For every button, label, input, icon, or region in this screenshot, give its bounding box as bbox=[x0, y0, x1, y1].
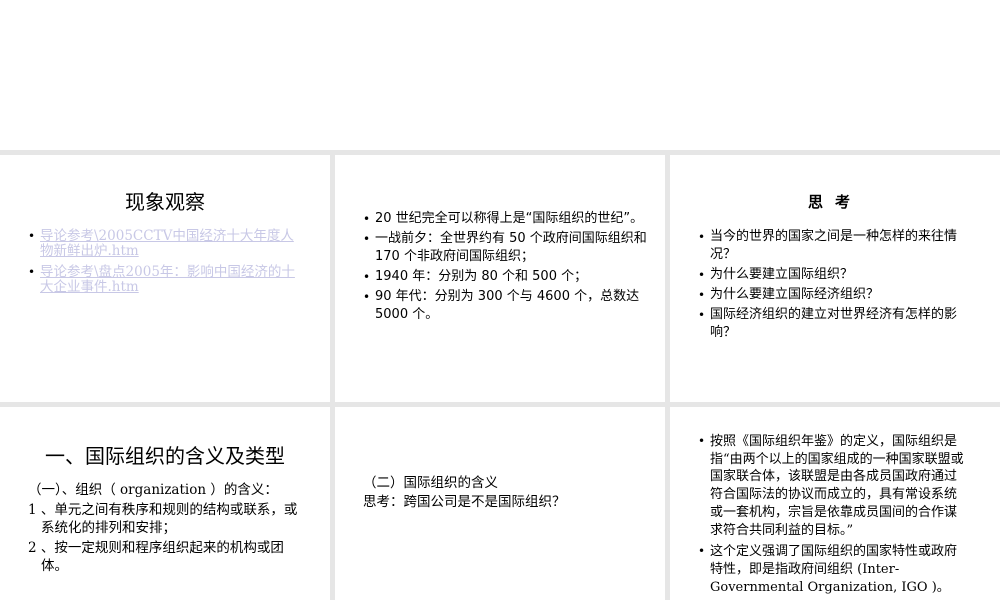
slide-body: （一）、组织（ organization ）的含义： 1 、单元之间有秩序和规则… bbox=[28, 481, 303, 577]
bullet-icon: • bbox=[698, 268, 706, 282]
list-item: • 一战前夕：全世界约有 50 个政府间国际组织和 170 个非政府间国际组织； bbox=[363, 230, 653, 266]
numbered-item: 2 、按一定规则和程序组织起来的机构或团体。 bbox=[28, 540, 284, 574]
slide-thumbnail-thinking[interactable]: 思考 • 当今的世界的国家之间是一种怎样的来往情况？ • 为什么要建立国际组织？… bbox=[670, 155, 1000, 402]
bullet-text: 为什么要建立国际经济组织？ bbox=[710, 287, 880, 302]
slide-title: 思考 bbox=[807, 193, 862, 211]
slide-body: （二）国际组织的含义 思考：跨国公司是不是国际组织？ bbox=[363, 474, 653, 512]
slide-thumbnail-phenomenon[interactable]: 现象观察 • 导论参考\2005CCTV中国经济十大年度人物新鲜出炉.htm •… bbox=[0, 155, 330, 402]
bullet-list: • 20 世纪完全可以称得上是“国际组织的世纪”。 • 一战前夕：全世界约有 5… bbox=[363, 210, 653, 326]
list-item: • 为什么要建立国际经济组织？ bbox=[698, 286, 966, 304]
bullet-icon: • bbox=[698, 230, 706, 244]
bullet-icon: • bbox=[698, 434, 706, 448]
list-item: • 导论参考\2005CCTV中国经济十大年度人物新鲜出炉.htm bbox=[28, 229, 300, 259]
bullet-list: • 当今的世界的国家之间是一种怎样的来往情况？ • 为什么要建立国际组织？ • … bbox=[698, 228, 966, 344]
bullet-icon: • bbox=[363, 232, 371, 246]
list-item: • 为什么要建立国际组织？ bbox=[698, 266, 966, 284]
list-item: • 按照《国际组织年鉴》的定义，国际组织是指“由两个以上的国家组成的一种国家联盟… bbox=[698, 433, 966, 539]
list-item: • 90 年代：分别为 300 个与 4600 个，总数达 5000 个。 bbox=[363, 288, 653, 324]
section-heading: （二）国际组织的含义 bbox=[363, 475, 498, 491]
link-list: • 导论参考\2005CCTV中国经济十大年度人物新鲜出炉.htm • 导论参考… bbox=[28, 229, 300, 301]
bullet-text: 为什么要建立国际组织？ bbox=[710, 267, 854, 282]
bullet-text: 90 年代：分别为 300 个与 4600 个，总数达 5000 个。 bbox=[375, 289, 640, 322]
list-item: • 当今的世界的国家之间是一种怎样的来往情况？ bbox=[698, 228, 966, 264]
bullet-text: 按照《国际组织年鉴》的定义，国际组织是指“由两个以上的国家组成的一种国家联盟或国… bbox=[710, 434, 964, 538]
question-text: 思考：跨国公司是不是国际组织？ bbox=[363, 494, 566, 510]
list-item: • 20 世纪完全可以称得上是“国际组织的世纪”。 bbox=[363, 210, 653, 228]
slide-thumbnail-definition-types[interactable]: 一、国际组织的含义及类型 （一）、组织（ organization ）的含义： … bbox=[0, 407, 330, 600]
bullet-text: 20 世纪完全可以称得上是“国际组织的世纪”。 bbox=[375, 211, 644, 226]
blank-slide-area bbox=[0, 0, 1000, 150]
slide-thumbnail-org-meaning[interactable]: （二）国际组织的含义 思考：跨国公司是不是国际组织？ bbox=[335, 407, 665, 600]
slide-title: 一、国际组织的含义及类型 bbox=[45, 444, 285, 468]
bullet-list: • 按照《国际组织年鉴》的定义，国际组织是指“由两个以上的国家组成的一种国家联盟… bbox=[698, 433, 966, 600]
slide-thumbnail-century-facts[interactable]: • 20 世纪完全可以称得上是“国际组织的世纪”。 • 一战前夕：全世界约有 5… bbox=[335, 155, 665, 402]
slide-thumbnail-yearbook-definition[interactable]: • 按照《国际组织年鉴》的定义，国际组织是指“由两个以上的国家组成的一种国家联盟… bbox=[670, 407, 1000, 600]
bullet-text: 一战前夕：全世界约有 50 个政府间国际组织和 170 个非政府间国际组织； bbox=[375, 231, 647, 264]
bullet-text: 这个定义强调了国际组织的国家特性或政府特性，即是指政府间组织 (Inter-Go… bbox=[710, 544, 958, 595]
bullet-icon: • bbox=[363, 212, 371, 226]
list-item: • 国际经济组织的建立对世界经济有怎样的影响？ bbox=[698, 306, 966, 342]
bullet-text: 当今的世界的国家之间是一种怎样的来往情况？ bbox=[710, 229, 958, 262]
reference-link[interactable]: 导论参考\盘点2005年：影响中国经济的十大企业事件.htm bbox=[40, 264, 295, 295]
bullet-icon: • bbox=[363, 290, 371, 304]
bullet-icon: • bbox=[363, 270, 371, 284]
bullet-text: 国际经济组织的建立对世界经济有怎样的影响？ bbox=[710, 307, 958, 340]
list-item: • 这个定义强调了国际组织的国家特性或政府特性，即是指政府间组织 (Inter-… bbox=[698, 543, 966, 596]
slide-title: 现象观察 bbox=[125, 190, 205, 214]
bullet-icon: • bbox=[28, 265, 36, 279]
bullet-icon: • bbox=[698, 544, 706, 559]
section-intro: （一）、组织（ organization ）的含义： bbox=[28, 482, 278, 498]
bullet-icon: • bbox=[698, 308, 706, 322]
reference-link[interactable]: 导论参考\2005CCTV中国经济十大年度人物新鲜出炉.htm bbox=[40, 228, 294, 259]
list-item: • 1940 年：分别为 80 个和 500 个； bbox=[363, 268, 653, 286]
bullet-icon: • bbox=[698, 288, 706, 302]
numbered-item: 1 、单元之间有秩序和规则的结构或联系，或系统化的排列和安排； bbox=[28, 502, 298, 536]
list-item: • 导论参考\盘点2005年：影响中国经济的十大企业事件.htm bbox=[28, 265, 300, 295]
bullet-icon: • bbox=[28, 229, 36, 243]
bullet-text: 1940 年：分别为 80 个和 500 个； bbox=[375, 269, 588, 284]
